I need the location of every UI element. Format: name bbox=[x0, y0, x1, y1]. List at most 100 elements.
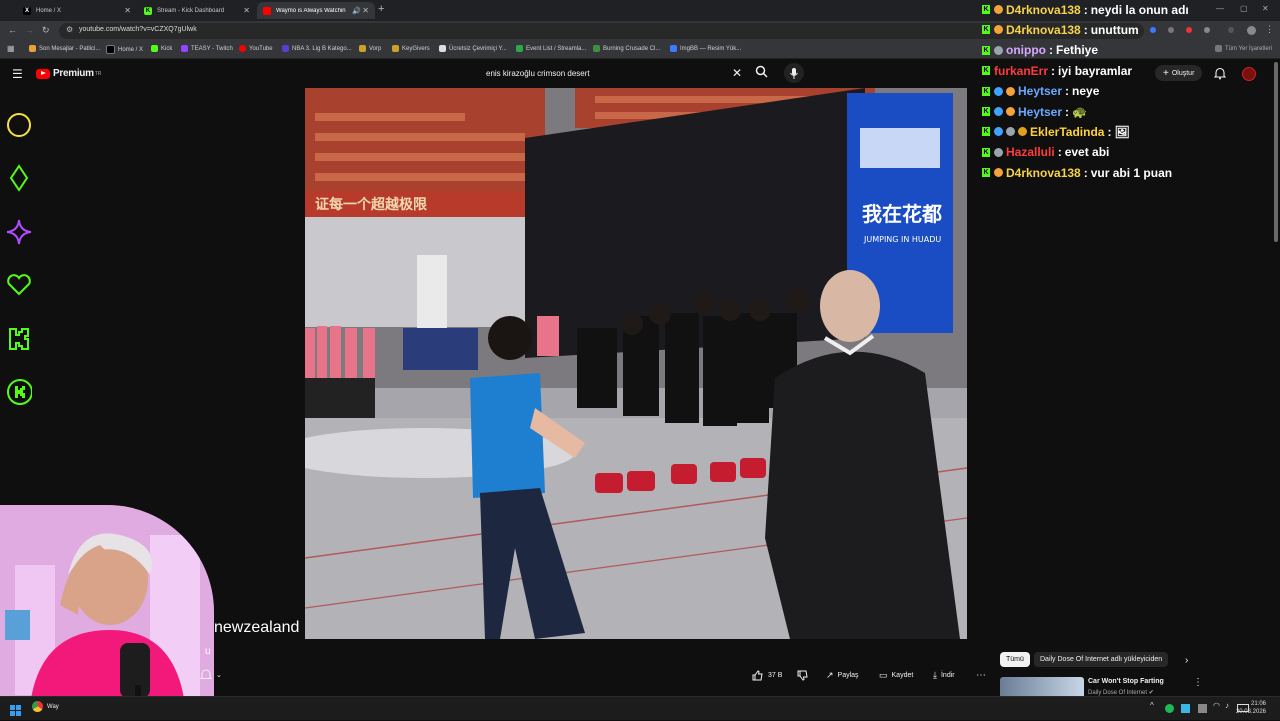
notification-bell-dropdown[interactable]: ⌄ bbox=[200, 667, 222, 683]
site-info-icon[interactable]: ⚙ bbox=[66, 25, 73, 34]
search-icon[interactable] bbox=[755, 65, 768, 83]
dislike-button[interactable] bbox=[797, 667, 808, 683]
chat-message: K D4rknova138: neydi la onun adı bbox=[982, 0, 1189, 19]
bookmark-item[interactable]: Home / X bbox=[106, 45, 143, 54]
chip-uploader[interactable]: Daily Dose Of Internet adlı yükleyiciden bbox=[1034, 652, 1169, 667]
microphone-icon[interactable] bbox=[784, 63, 804, 83]
new-tab-button[interactable]: + bbox=[378, 3, 384, 15]
taskbar-app-label: Way bbox=[47, 703, 59, 710]
recommendation-title[interactable]: Car Won't Stop Farting bbox=[1088, 678, 1164, 685]
kick-badge-icon bbox=[6, 379, 32, 405]
tray-app-icon[interactable] bbox=[1198, 704, 1207, 713]
tab-label: Home / X bbox=[36, 7, 62, 14]
browser-tab-kick[interactable]: K Stream - Kick Dashboard ✕ bbox=[138, 2, 256, 19]
share-label: Paylaş bbox=[837, 671, 859, 679]
bookmark-item[interactable]: KeyGivers bbox=[392, 45, 430, 52]
bell-icon bbox=[200, 669, 212, 679]
download-label: İndir bbox=[940, 671, 955, 679]
taskbar-chrome-app[interactable]: Way bbox=[32, 701, 59, 712]
search-input[interactable]: enis kirazoğlu crimson desert bbox=[486, 69, 590, 78]
share-button[interactable]: ↗ Paylaş bbox=[826, 667, 859, 683]
kick-logo-icon: K bbox=[144, 6, 152, 15]
chip-label: Daily Dose Of Internet adlı yükleyiciden bbox=[1040, 656, 1163, 663]
youtube-play-icon bbox=[36, 68, 50, 79]
diamond-badge-icon bbox=[994, 127, 1003, 137]
banner-english-text: JUMPING IN HUADU bbox=[863, 235, 941, 244]
tray-app-icon[interactable] bbox=[1181, 704, 1190, 713]
gift-badge-icon bbox=[994, 5, 1003, 14]
caption-line-1: newzealand bbox=[214, 619, 300, 636]
chip-label: Tümü bbox=[1006, 656, 1024, 663]
apps-grid-icon[interactable]: ▦ bbox=[7, 44, 15, 53]
search-box[interactable]: enis kirazoğlu crimson desert ✕ bbox=[478, 63, 750, 85]
youtube-logo-icon bbox=[263, 6, 271, 15]
recommendation-thumbnail[interactable] bbox=[1000, 677, 1084, 696]
bookmark-item[interactable]: Burning Crusade Cl... bbox=[593, 45, 660, 52]
chat-text: unuttum bbox=[1090, 22, 1139, 37]
close-tab-icon[interactable]: ✕ bbox=[243, 6, 250, 15]
scrollbar-thumb[interactable] bbox=[1274, 62, 1278, 242]
save-button[interactable]: ▭ Kaydet bbox=[879, 667, 913, 683]
windows-start-icon[interactable] bbox=[10, 703, 21, 721]
circle-icon bbox=[6, 112, 32, 138]
diamond-badge-icon bbox=[994, 86, 1003, 96]
recommendation-menu-icon[interactable]: ⋮ bbox=[1193, 677, 1203, 688]
browser-tab-x[interactable]: X Home / X ✕ bbox=[17, 2, 137, 19]
reload-icon[interactable]: ↻ bbox=[42, 25, 50, 36]
forward-icon[interactable]: → bbox=[25, 25, 34, 35]
heart-icon bbox=[6, 272, 32, 298]
spotify-icon[interactable] bbox=[1165, 704, 1174, 713]
chat-text: Fethiye bbox=[1055, 43, 1098, 58]
download-icon: ⤓ bbox=[933, 669, 937, 680]
taskbar-clock[interactable]: 21:06 20.03.2026 bbox=[1236, 700, 1266, 716]
chat-text: vur abi 1 puan bbox=[1090, 165, 1173, 180]
close-tab-icon[interactable]: ✕ bbox=[124, 6, 131, 15]
chrome-icon bbox=[32, 701, 43, 712]
bookmark-item[interactable]: YouTube bbox=[239, 45, 273, 52]
wifi-icon[interactable]: ◠ bbox=[1213, 701, 1220, 710]
url-text: youtube.com/watch?v=vCZXQ7gUlwk bbox=[79, 26, 197, 33]
bookmark-item[interactable]: ImgBB — Resim Yük... bbox=[670, 45, 741, 52]
clear-search-icon[interactable]: ✕ bbox=[732, 66, 742, 80]
cap-badge-icon bbox=[1006, 127, 1015, 137]
chat-username: D4rknova138 bbox=[1006, 22, 1081, 37]
cap-badge-icon bbox=[994, 45, 1003, 55]
hamburger-menu-icon[interactable]: ☰ bbox=[12, 67, 23, 81]
bookmark-item[interactable]: Kick bbox=[151, 45, 172, 52]
back-icon[interactable]: ← bbox=[8, 25, 17, 35]
more-actions-button[interactable]: ⋯ bbox=[976, 667, 986, 683]
chat-overlay: K D4rknova138: neydi la onun adı K D4rknova1… bbox=[982, 0, 1280, 185]
bookmark-item[interactable]: Ücretsiz Çevrimiçi Y... bbox=[439, 45, 507, 52]
tray-chevron-up-icon[interactable]: ^ bbox=[1150, 701, 1154, 710]
close-tab-icon[interactable]: ✕ bbox=[362, 6, 369, 15]
bookmark-item[interactable]: Vorp bbox=[359, 45, 381, 52]
chat-text: iyi bayramlar bbox=[1058, 63, 1133, 78]
chip-all[interactable]: Tümü bbox=[1000, 652, 1030, 667]
like-button[interactable]: 37 B bbox=[752, 667, 782, 683]
browser-tab-youtube[interactable]: Waymo is Always Watchin... 🔊 ✕ bbox=[257, 2, 375, 19]
chat-message: KfurkanErr: iyi bayramlar bbox=[982, 61, 1132, 80]
download-button[interactable]: ⤓ İndir bbox=[933, 667, 955, 683]
chevron-right-icon[interactable]: › bbox=[1185, 655, 1188, 666]
video-player[interactable]: 证每一个超越极限 我在花都 JUMPING IN HUADU bbox=[305, 88, 967, 639]
webcam-image bbox=[0, 505, 214, 705]
kick-badge-icon: K bbox=[982, 168, 990, 178]
youtube-logo[interactable]: Premium TR bbox=[36, 68, 101, 79]
audio-playing-icon[interactable]: 🔊 bbox=[352, 7, 361, 15]
chat-separator: : bbox=[1083, 165, 1088, 180]
kick-badge-icon: K bbox=[982, 5, 990, 14]
chat-message: Konippo: Fethiye bbox=[982, 41, 1098, 60]
chat-username: onippo bbox=[1006, 43, 1046, 58]
kick-logo-icon bbox=[6, 326, 32, 352]
bookmark-item[interactable]: Event List / Streamla... bbox=[516, 45, 586, 52]
save-icon: ▭ bbox=[879, 669, 888, 680]
bookmark-item[interactable]: NBA 3. Lig B Katego... bbox=[282, 45, 352, 52]
bookmark-item[interactable]: Son Mesajlar - Patlici... bbox=[29, 45, 100, 52]
chevron-down-icon: ⌄ bbox=[216, 672, 222, 679]
bookmark-item[interactable]: TEASY - Twitch bbox=[181, 45, 233, 52]
volume-icon[interactable]: ♪ bbox=[1225, 701, 1229, 710]
tab-label: Waymo is Always Watchin... bbox=[276, 7, 346, 14]
chat-message: K Heytser: neye bbox=[982, 82, 1099, 101]
clock-date: 20.03.2026 bbox=[1235, 709, 1266, 715]
gift-badge-icon bbox=[994, 168, 1003, 178]
